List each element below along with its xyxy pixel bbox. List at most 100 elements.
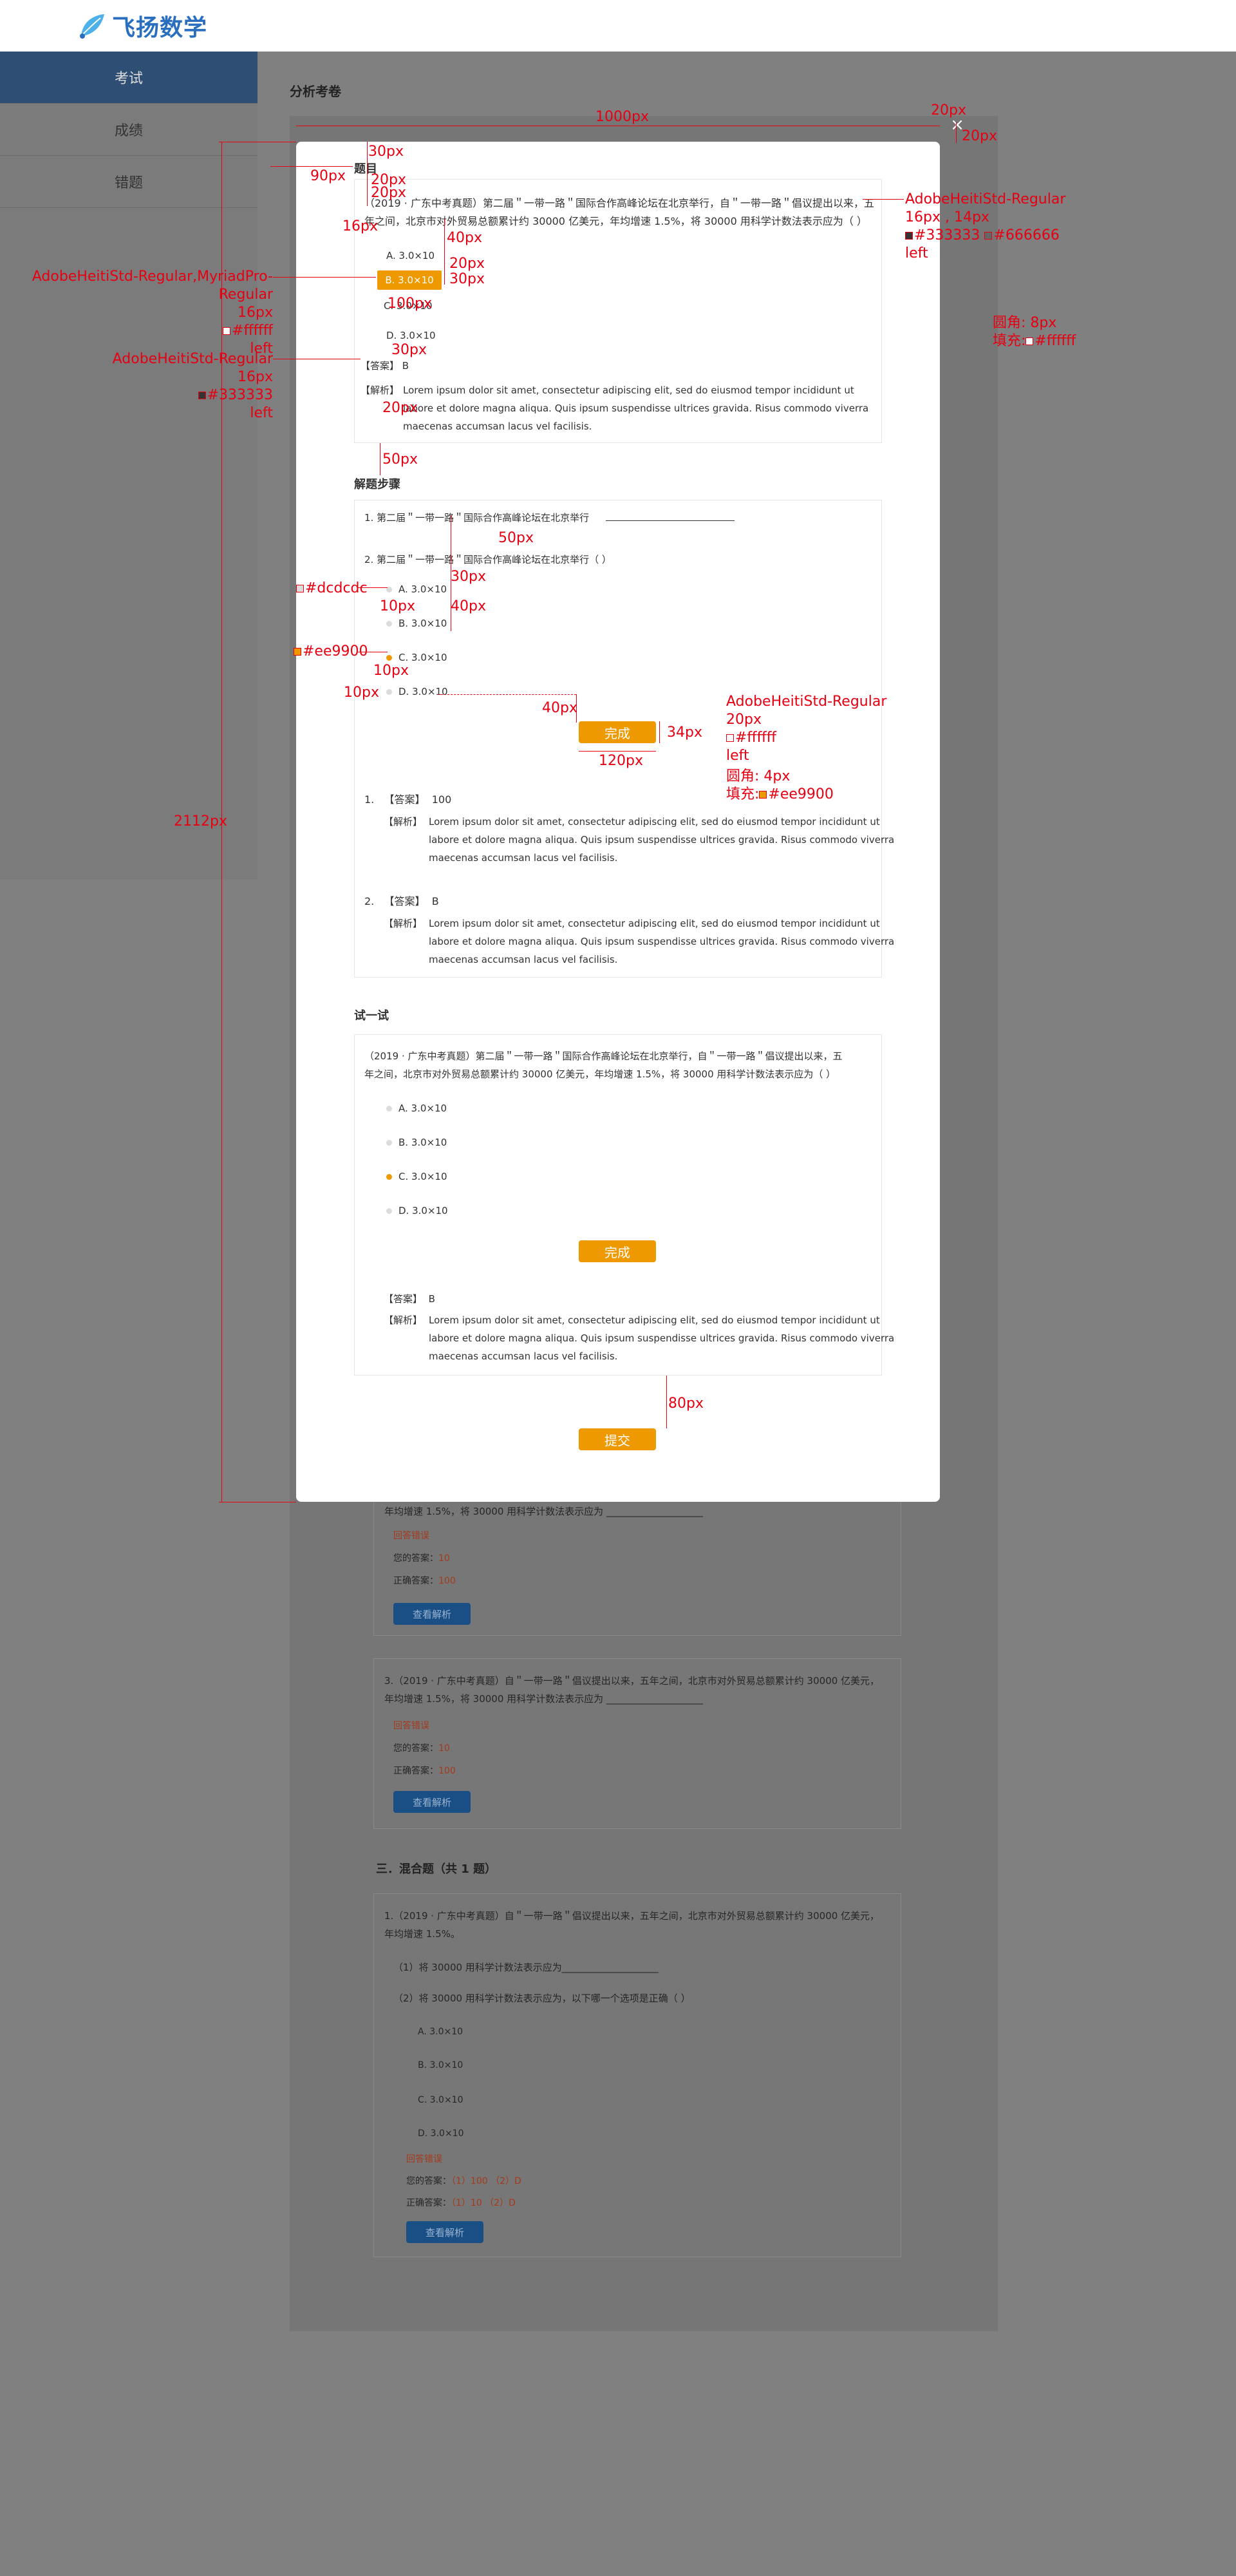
guide-line bbox=[270, 166, 353, 167]
question-option-b-selected[interactable]: B. 3.0×10 bbox=[377, 270, 442, 290]
sidebar-item-wrong-questions[interactable]: 错题 bbox=[0, 156, 258, 208]
bg-question-card-3: 3.（2019 · 广东中考真题）自＂一带一路＂倡议提出以来，五年之间，北京市对… bbox=[373, 1658, 901, 1829]
step-option-a[interactable]: A. 3.0×10 bbox=[386, 580, 447, 599]
bg-card3-option-d[interactable]: D. 3.0×10 bbox=[418, 2125, 464, 2143]
annotation-16px: 16px bbox=[342, 218, 378, 234]
step-answer-1-analysis-line1: Lorem ipsum dolor sit amet, consectetur … bbox=[429, 816, 880, 828]
bg-view-analysis-button[interactable]: 查看解析 bbox=[393, 1603, 471, 1625]
question-text-line2: 年之间，北京市对外贸易总额累计约 30000 亿美元，年均增速 1.5%，将 3… bbox=[364, 215, 867, 227]
radio-dot-icon bbox=[386, 1208, 392, 1214]
try-analysis-line2: labore et dolore magna aliqua. Quis ipsu… bbox=[429, 1332, 895, 1344]
annotation-width: 1000px bbox=[595, 109, 649, 125]
steps-section-title: 解题步骤 bbox=[354, 478, 400, 491]
annotation-font-left-2: AdobeHeitiStd-Regular 16px #333333 left bbox=[112, 351, 273, 421]
bg-correct-answer: 正确答案：100 bbox=[393, 1766, 456, 1776]
color-swatch-icon bbox=[905, 232, 913, 240]
annotation-30px: 30px bbox=[449, 271, 485, 287]
question-option-a[interactable]: A. 3.0×10 bbox=[386, 246, 435, 265]
guide-line bbox=[579, 751, 656, 752]
step2-text: 2. 第二届＂一带一路＂国际合作高峰论坛在北京举行（ ） bbox=[364, 554, 612, 565]
annotation-50px: 50px bbox=[498, 530, 534, 546]
try-question-line2: 年之间，北京市对外贸易总额累计约 30000 亿美元，年均增速 1.5%，将 3… bbox=[364, 1068, 836, 1080]
question-analysis-line3: maecenas accumsan lacus vel facilisis. bbox=[403, 421, 592, 432]
step-answer-2-analysis-line3: maecenas accumsan lacus vel facilisis. bbox=[429, 954, 618, 965]
question-answer: 【答案】 B bbox=[360, 360, 409, 372]
try-option-a[interactable]: A. 3.0×10 bbox=[386, 1099, 447, 1118]
try-option-c[interactable]: C. 3.0×10 bbox=[386, 1167, 447, 1186]
guide-line bbox=[863, 199, 904, 200]
bg-correct-answer: 正确答案：100 bbox=[393, 1576, 456, 1586]
annotation-40px: 40px bbox=[451, 598, 486, 614]
annotation-20px: 20px bbox=[371, 185, 406, 201]
annotation-20px: 20px bbox=[382, 400, 418, 416]
submit-button[interactable]: 提交 bbox=[579, 1428, 656, 1450]
annotation-10px: 10px bbox=[344, 685, 379, 701]
bg-view-analysis-button[interactable]: 查看解析 bbox=[406, 2221, 483, 2243]
step-option-d[interactable]: D. 3.0×10 bbox=[386, 682, 448, 701]
step-answer-1: 1. 【答案】 100 bbox=[364, 793, 452, 806]
bg-card3-option-a[interactable]: A. 3.0×10 bbox=[418, 2023, 463, 2041]
guide-line bbox=[659, 721, 660, 743]
annotation-30px: 30px bbox=[391, 342, 427, 358]
radio-dot-selected-icon bbox=[386, 1173, 392, 1180]
color-swatch-icon bbox=[296, 585, 304, 592]
annotation-30px: 30px bbox=[451, 569, 486, 585]
annotation-30px: 30px bbox=[368, 144, 404, 160]
step-answer-2-analysis-line2: labore et dolore magna aliqua. Quis ipsu… bbox=[429, 936, 895, 947]
sidebar-item-exam[interactable]: 考试 bbox=[0, 52, 258, 104]
color-swatch-icon bbox=[223, 327, 231, 335]
page-title: 分析考卷 bbox=[290, 84, 341, 99]
bg-card3-option-c[interactable]: C. 3.0×10 bbox=[418, 2091, 464, 2109]
top-header: 飞扬数学 bbox=[0, 0, 1236, 52]
try-done-button[interactable]: 完成 bbox=[579, 1240, 656, 1262]
bg-card3-your-answer: 您的答案：（1）100 （2）D bbox=[406, 2176, 521, 2186]
color-swatch-icon bbox=[1025, 337, 1034, 345]
radio-dot-icon bbox=[386, 620, 392, 627]
guide-line bbox=[273, 277, 376, 278]
annotation-40px: 40px bbox=[542, 700, 577, 716]
color-swatch-icon bbox=[198, 392, 206, 399]
annotation-dot-gray: #dcdcdc bbox=[296, 580, 368, 598]
step-answer-2-analysis-label: 【解析】 bbox=[384, 918, 423, 929]
annotation-10px: 10px bbox=[380, 598, 415, 614]
guide-line bbox=[358, 587, 388, 588]
bg-card3-line1: 1.（2019 · 广东中考真题）自＂一带一路＂倡议提出以来，五年之间，北京市对… bbox=[384, 1910, 880, 1922]
step-answer-2-analysis-line1: Lorem ipsum dolor sit amet, consectetur … bbox=[429, 918, 880, 929]
step-option-b[interactable]: B. 3.0×10 bbox=[386, 614, 447, 633]
annotation-button-font: AdobeHeitiStd-Regular 20px #ffffff left bbox=[726, 694, 887, 764]
bg-mixed-question-card: 1.（2019 · 广东中考真题）自＂一带一路＂倡议提出以来，五年之间，北京市对… bbox=[373, 1893, 901, 2257]
question-analysis-line2: labore et dolore magna aliqua. Quis ipsu… bbox=[403, 402, 869, 414]
bg-card3-correct-answer: 正确答案：（1）10 （2）D bbox=[406, 2198, 516, 2208]
step-answer-1-analysis-label: 【解析】 bbox=[384, 816, 423, 828]
bg-card3-sub1: （1）将 30000 用科学计数法表示应为___________________… bbox=[393, 1962, 659, 1973]
sidebar-item-scores[interactable]: 成绩 bbox=[0, 104, 258, 156]
annotation-80px: 80px bbox=[668, 1396, 704, 1412]
guide-line bbox=[666, 1376, 667, 1428]
step-answer-1-analysis-line3: maecenas accumsan lacus vel facilisis. bbox=[429, 852, 618, 864]
question-analysis-label: 【解析】 bbox=[360, 384, 400, 396]
annotation-font-left: AdobeHeitiStd-Regular,MyriadPro-Regular … bbox=[32, 269, 273, 357]
bg-wrong-label: 回答错误 bbox=[393, 1531, 429, 1541]
annotation-10px: 10px bbox=[373, 663, 409, 679]
bg-card3-option-b[interactable]: B. 3.0×10 bbox=[418, 2056, 463, 2074]
color-swatch-icon bbox=[759, 791, 767, 799]
annotation-20px-right: 20px bbox=[962, 128, 997, 144]
step-answer-1-analysis-line2: labore et dolore magna aliqua. Quis ipsu… bbox=[429, 834, 895, 846]
bg-view-analysis-button[interactable]: 查看解析 bbox=[393, 1791, 471, 1813]
annotation-100px: 100px bbox=[388, 296, 432, 312]
annotation-90px: 90px bbox=[310, 168, 346, 184]
try-analysis-line3: maecenas accumsan lacus vel facilisis. bbox=[429, 1350, 618, 1362]
question-text-line1: （2019 · 广东中考真题）第二届＂一带一路＂国际合作高峰论坛在北京举行，自＂… bbox=[364, 197, 874, 209]
try-option-d[interactable]: D. 3.0×10 bbox=[386, 1201, 448, 1220]
radio-dot-icon bbox=[386, 1105, 392, 1112]
guide-line bbox=[367, 142, 368, 206]
color-swatch-icon bbox=[294, 648, 301, 656]
try-option-b[interactable]: B. 3.0×10 bbox=[386, 1133, 447, 1152]
steps-done-button[interactable]: 完成 bbox=[579, 721, 656, 743]
annotation-button-radius: 圆角: 4px 填充: #ee9900 bbox=[726, 768, 834, 802]
annotation-height: 2112px bbox=[174, 813, 227, 829]
bg-wrong-label: 回答错误 bbox=[393, 1721, 429, 1731]
leaf-logo-icon bbox=[80, 14, 104, 39]
logo[interactable]: 飞扬数学 bbox=[76, 6, 207, 45]
question-analysis-line1: Lorem ipsum dolor sit amet, consectetur … bbox=[403, 384, 854, 396]
